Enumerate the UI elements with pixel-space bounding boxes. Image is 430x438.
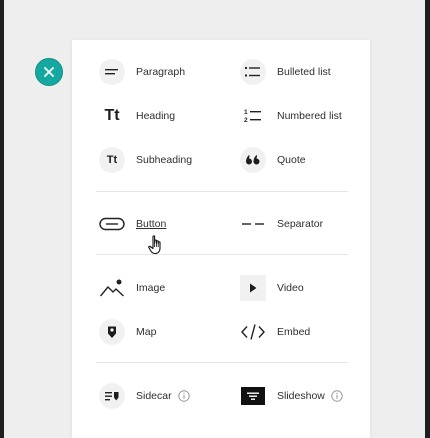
menu-item-numbered-list[interactable]: 1 2 Numbered list — [240, 101, 342, 131]
menu-item-separator[interactable]: Separator — [240, 209, 323, 239]
menu-item-bulleted-list[interactable]: Bulleted list — [240, 57, 331, 87]
menu-item-label: Heading — [136, 110, 176, 122]
close-icon — [43, 66, 55, 78]
close-button[interactable] — [35, 58, 63, 86]
window-edge-right — [425, 0, 430, 438]
menu-item-quote[interactable]: Quote — [240, 145, 306, 175]
window-edge-left — [0, 0, 4, 438]
info-icon[interactable] — [331, 390, 343, 402]
menu-item-label: Numbered list — [277, 110, 342, 122]
menu-divider — [96, 254, 348, 255]
slideshow-icon — [240, 383, 266, 409]
menu-item-label: Slideshow — [277, 390, 325, 402]
menu-item-label: Embed — [277, 326, 311, 338]
map-pin-icon — [99, 319, 125, 345]
menu-item-label: Sidecar — [136, 390, 172, 402]
info-icon[interactable] — [177, 390, 190, 402]
menu-item-slideshow[interactable]: Slideshow — [240, 381, 343, 411]
menu-item-label: Paragraph — [136, 66, 186, 78]
pointer-hand-cursor-icon — [148, 235, 164, 255]
menu-item-paragraph[interactable]: Paragraph — [99, 57, 185, 87]
button-icon — [99, 211, 125, 237]
image-icon — [99, 275, 125, 301]
menu-item-embed[interactable]: Embed — [240, 317, 310, 347]
quote-icon — [240, 147, 266, 173]
subheading-icon: Tt — [99, 147, 125, 173]
menu-divider — [96, 362, 348, 363]
menu-item-label: Button — [136, 218, 167, 230]
menu-item-label: Subheading — [136, 154, 193, 166]
menu-divider — [96, 191, 348, 192]
numbered-list-icon: 1 2 — [240, 103, 266, 129]
embed-code-icon — [240, 319, 266, 345]
menu-item-label: Quote — [277, 154, 306, 166]
menu-item-label: Map — [136, 326, 157, 338]
video-icon — [240, 275, 266, 301]
heading-icon: Tt — [104, 107, 120, 124]
sidecar-icon — [99, 383, 125, 409]
menu-item-subheading[interactable]: Tt Subheading — [99, 145, 192, 175]
menu-item-label: Image — [136, 282, 166, 294]
menu-item-image[interactable]: Image — [99, 273, 165, 303]
svg-text:2: 2 — [244, 117, 248, 124]
menu-item-video[interactable]: Video — [240, 273, 304, 303]
menu-item-label: Separator — [277, 218, 324, 230]
menu-item-map[interactable]: Map — [99, 317, 156, 347]
svg-text:1: 1 — [244, 109, 248, 116]
menu-item-sidecar[interactable]: Sidecar — [99, 381, 190, 411]
bulleted-list-icon — [240, 59, 266, 85]
separator-icon — [240, 211, 266, 237]
paragraph-icon — [99, 59, 125, 85]
menu-item-label: Video — [277, 282, 304, 294]
insert-block-menu: Paragraph Bulleted list Tt Heading 1 2 N… — [72, 40, 370, 438]
menu-item-heading[interactable]: Tt Heading — [99, 101, 175, 131]
menu-item-label: Bulleted list — [277, 66, 331, 78]
screen: Paragraph Bulleted list Tt Heading 1 2 N… — [0, 0, 430, 438]
